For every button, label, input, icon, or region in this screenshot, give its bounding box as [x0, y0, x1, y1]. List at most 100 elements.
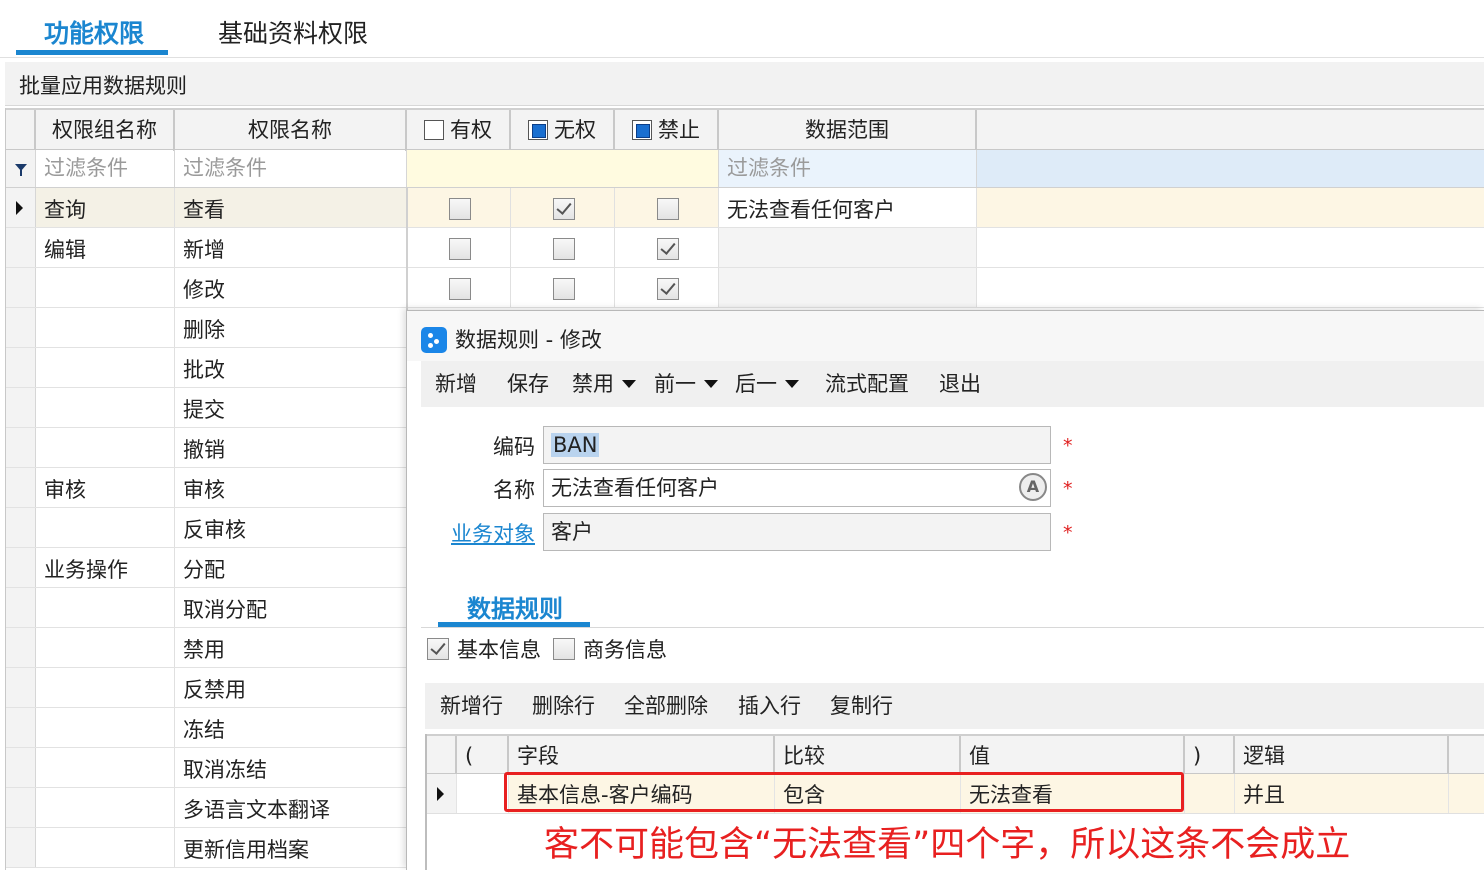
dialog-title: 数据规则 - 修改 — [455, 328, 602, 352]
new-button[interactable]: 新增 — [435, 370, 477, 398]
business-info-check[interactable] — [553, 638, 575, 660]
header-data-scope[interactable]: 数据范围 — [719, 110, 977, 151]
copy-row-button[interactable]: 复制行 — [830, 692, 893, 720]
table-row[interactable]: 禁用 — [6, 628, 407, 668]
cell-none — [511, 188, 615, 227]
table-row[interactable]: 编辑 新增 — [6, 228, 1484, 268]
has-checkbox[interactable] — [449, 278, 471, 300]
flow-config-button[interactable]: 流式配置 — [825, 370, 909, 398]
insert-row-button[interactable]: 插入行 — [738, 692, 801, 720]
delete-row-button[interactable]: 删除行 — [532, 692, 595, 720]
table-row[interactable]: 取消分配 — [6, 588, 407, 628]
table-row[interactable]: 查询 查看 无法查看任何客户 — [6, 188, 1484, 228]
business-object-input[interactable]: 客户 — [543, 513, 1051, 551]
tab-data-rule[interactable]: 数据规则 — [467, 589, 563, 624]
none-checkbox[interactable] — [553, 278, 575, 300]
header-indicator — [6, 110, 36, 151]
cell-permission-name: 审核 — [175, 468, 407, 507]
cell-permission-name: 撤销 — [175, 428, 407, 467]
forbid-checkbox[interactable] — [657, 238, 679, 260]
entry-header-value[interactable]: 值 — [961, 736, 1185, 775]
header-none-checkbox[interactable] — [528, 119, 548, 140]
table-row[interactable]: 取消冻结 — [6, 748, 407, 788]
table-row[interactable]: 撤销 — [6, 428, 407, 468]
batch-apply-data-rule-button[interactable]: 批量应用数据规则 — [19, 70, 187, 100]
cell-data-scope[interactable]: 无法查看任何客户 — [719, 188, 977, 227]
basic-info-check[interactable] — [427, 638, 449, 660]
app-logo-icon — [421, 327, 447, 353]
filter-group-name-input[interactable]: 过滤条件 — [36, 150, 175, 187]
has-checkbox[interactable] — [449, 198, 471, 220]
filter-permission-name-input[interactable]: 过滤条件 — [175, 150, 407, 187]
table-row[interactable]: 反审核 — [6, 508, 407, 548]
table-row[interactable]: 删除 — [6, 308, 407, 348]
entry-header-logic[interactable]: 逻辑 — [1235, 736, 1449, 775]
row-indicator — [6, 268, 36, 307]
forbid-checkbox[interactable] — [657, 278, 679, 300]
business-object-link[interactable]: 业务对象 — [415, 518, 535, 548]
previous-dropdown[interactable]: 前一 — [654, 370, 718, 398]
cell-group-name — [36, 308, 175, 347]
none-checkbox[interactable] — [553, 238, 575, 260]
cell-group-name — [36, 828, 175, 867]
entry-header-rparen[interactable]: ) — [1185, 736, 1235, 775]
basic-info-checkbox[interactable]: 基本信息 — [427, 634, 541, 664]
object-required-mark: * — [1063, 522, 1073, 544]
table-row[interactable]: 提交 — [6, 388, 407, 428]
cell-data-scope[interactable] — [719, 268, 977, 307]
cell-none — [511, 228, 615, 267]
cell-empty — [977, 188, 1484, 227]
table-row[interactable]: 批改 — [6, 348, 407, 388]
multilanguage-icon[interactable]: A — [1019, 473, 1047, 501]
add-row-button[interactable]: 新增行 — [440, 692, 503, 720]
current-row-arrow-icon — [437, 787, 444, 801]
none-checkbox[interactable] — [553, 198, 575, 220]
cell-group-name: 业务操作 — [36, 548, 175, 587]
code-input[interactable]: BAN — [543, 426, 1051, 464]
header-permission-name[interactable]: 权限名称 — [175, 110, 407, 151]
header-forbid[interactable]: 禁止 — [615, 110, 719, 151]
next-dropdown[interactable]: 后一 — [735, 370, 799, 398]
header-forbid-checkbox[interactable] — [632, 119, 652, 140]
tab-basic-data-permission[interactable]: 基础资料权限 — [218, 16, 368, 52]
has-checkbox[interactable] — [449, 238, 471, 260]
table-row[interactable]: 冻结 — [6, 708, 407, 748]
business-info-checkbox[interactable]: 商务信息 — [553, 634, 667, 664]
row-indicator — [6, 708, 36, 747]
tab-divider — [0, 57, 1484, 58]
entry-header-compare[interactable]: 比较 — [775, 736, 961, 775]
entry-header-field[interactable]: 字段 — [509, 736, 775, 775]
cell-permission-name: 删除 — [175, 308, 407, 347]
row-indicator — [6, 308, 36, 347]
tab-function-permission[interactable]: 功能权限 — [44, 16, 144, 52]
cell-data-scope[interactable] — [719, 228, 977, 267]
row-indicator — [6, 388, 36, 427]
entry-cell-lparen[interactable] — [457, 774, 509, 813]
row-indicator — [6, 588, 36, 627]
delete-all-button[interactable]: 全部删除 — [624, 692, 708, 720]
disable-dropdown[interactable]: 禁用 — [572, 370, 636, 398]
header-group-name[interactable]: 权限组名称 — [36, 110, 175, 151]
row-indicator — [6, 428, 36, 467]
table-row[interactable]: 审核 审核 — [6, 468, 407, 508]
table-row[interactable]: 业务操作 分配 — [6, 548, 407, 588]
entry-header-lparen[interactable]: ( — [457, 736, 509, 775]
chevron-down-icon — [704, 379, 718, 388]
table-row[interactable]: 反禁用 — [6, 668, 407, 708]
entry-cell-logic[interactable]: 并且 — [1235, 774, 1449, 813]
name-required-mark: * — [1063, 478, 1073, 500]
filter-data-scope-input[interactable]: 过滤条件 — [719, 150, 977, 187]
header-has-permission[interactable]: 有权 — [407, 110, 511, 151]
table-row[interactable]: 多语言文本翻译 — [6, 788, 407, 828]
table-row[interactable]: 更新信用档案 — [6, 828, 407, 868]
entry-cell-rparen[interactable] — [1185, 774, 1235, 813]
header-has-checkbox[interactable] — [424, 119, 444, 140]
table-row[interactable]: 修改 — [6, 268, 1484, 308]
cell-permission-name: 禁用 — [175, 628, 407, 667]
row-indicator — [6, 468, 36, 507]
name-input[interactable]: 无法查看任何客户 A — [543, 469, 1051, 507]
header-no-permission[interactable]: 无权 — [511, 110, 615, 151]
forbid-checkbox[interactable] — [657, 198, 679, 220]
exit-button[interactable]: 退出 — [939, 370, 981, 398]
save-button[interactable]: 保存 — [507, 370, 549, 398]
